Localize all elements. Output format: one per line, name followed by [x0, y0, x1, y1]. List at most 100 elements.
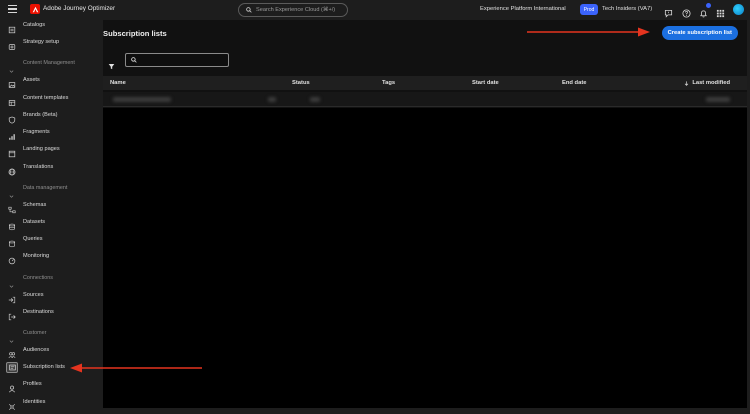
- datasets-icon: [8, 218, 16, 231]
- table-header: Name Status Tags Start date End date Las…: [103, 76, 747, 90]
- sidebar-item-fragments[interactable]: Fragments: [0, 125, 100, 140]
- profiles-icon: [8, 380, 16, 393]
- section-header: Connections: [23, 275, 53, 281]
- section-data-management[interactable]: Data management: [0, 183, 100, 198]
- redacted-last-modified: [706, 97, 730, 102]
- sidebar-item-label: Translations: [23, 164, 54, 170]
- templates-icon: [8, 94, 16, 106]
- sidebar-item-label: Sources: [23, 292, 44, 298]
- monitoring-icon: [8, 252, 16, 265]
- org-switcher[interactable]: Experience Platform International: [480, 6, 566, 12]
- sidebar-item-destinations[interactable]: Destinations: [0, 305, 100, 321]
- assets-icon: [8, 76, 16, 88]
- column-header-start-date[interactable]: Start date: [472, 80, 499, 86]
- brands-icon: [8, 111, 16, 124]
- sidebar-item-translations[interactable]: Translations: [0, 160, 100, 176]
- search-placeholder: Search Experience Cloud (⌘+/): [256, 7, 336, 13]
- section-header: Customer: [23, 330, 47, 336]
- sidebar-item-queries[interactable]: Queries: [0, 232, 100, 248]
- sidebar-item-datasets[interactable]: Datasets: [0, 215, 100, 231]
- queries-icon: [8, 235, 16, 248]
- destinations-icon: [8, 308, 16, 321]
- sidebar-item-label: Monitoring: [23, 253, 50, 259]
- notifications-icon[interactable]: [699, 3, 711, 18]
- global-search-input[interactable]: Search Experience Cloud (⌘+/): [238, 3, 348, 17]
- main-content: Subscription lists Create subscription l…: [103, 20, 747, 408]
- adobe-logo-icon: [30, 4, 40, 14]
- sidebar-item-strategy-setup[interactable]: Strategy setup: [0, 35, 100, 50]
- app-title[interactable]: Adobe Journey Optimizer: [43, 5, 115, 12]
- notification-badge: [706, 3, 711, 8]
- sidebar-item-label: Assets: [23, 77, 40, 83]
- redacted-cell: [268, 97, 276, 102]
- schemas-icon: [8, 201, 16, 214]
- sidebar-item-landing-pages[interactable]: Landing pages: [0, 142, 100, 158]
- create-subscription-list-button[interactable]: Create subscription list: [661, 26, 738, 40]
- catalog-icon: [8, 21, 16, 34]
- section-content-management[interactable]: Content Management: [0, 58, 100, 73]
- sidebar-item-label: Identities: [23, 399, 46, 405]
- column-header-last-modified[interactable]: Last modified: [684, 80, 730, 86]
- sidebar-item-assets[interactable]: Assets: [0, 73, 100, 88]
- column-header-tags[interactable]: Tags: [382, 80, 395, 86]
- sidebar-item-profiles[interactable]: Profiles: [0, 377, 100, 393]
- sidebar-item-label: Fragments: [23, 129, 50, 135]
- sidebar-item-label: Datasets: [23, 219, 46, 225]
- sidebar-item-label: Subscription lists: [23, 364, 65, 370]
- sidebar-item-brands[interactable]: Brands (Beta): [0, 108, 100, 124]
- sidebar-item-label: Profiles: [23, 381, 42, 387]
- redacted-name: [113, 97, 171, 102]
- sidebar-item-label: Destinations: [23, 309, 54, 315]
- sidebar-item-audiences[interactable]: Audiences: [0, 343, 100, 359]
- column-header-name[interactable]: Name: [110, 80, 126, 86]
- audiences-icon: [8, 346, 16, 359]
- sidebar: Catalogs Strategy setup Content Manageme…: [0, 20, 100, 414]
- section-header: Data management: [23, 185, 68, 191]
- menu-icon[interactable]: [8, 5, 17, 13]
- fragments-icon: [8, 128, 16, 140]
- column-header-end-date[interactable]: End date: [562, 80, 586, 86]
- sidebar-item-label: Schemas: [23, 202, 47, 208]
- arrow-down-icon: [685, 80, 689, 86]
- apps-grid-icon[interactable]: [716, 5, 725, 18]
- sources-icon: [8, 291, 16, 304]
- column-header-label: Last modified: [692, 80, 730, 86]
- redacted-status: [310, 97, 320, 102]
- search-icon: [131, 57, 137, 63]
- chevron-down-icon: [9, 276, 14, 288]
- user-avatar[interactable]: [733, 4, 744, 15]
- identities-icon: [8, 398, 16, 411]
- chevron-down-icon: [9, 331, 14, 343]
- page-title: Subscription lists: [103, 29, 167, 38]
- sidebar-item-monitoring[interactable]: Monitoring: [0, 249, 100, 265]
- table-search-input[interactable]: [125, 53, 229, 67]
- section-customer[interactable]: Customer: [0, 328, 100, 343]
- landing-pages-icon: [8, 145, 16, 158]
- sidebar-item-label: Catalogs: [23, 22, 46, 28]
- sidebar-item-identities[interactable]: Identities: [0, 395, 100, 411]
- translations-icon: [8, 163, 16, 176]
- section-connections[interactable]: Connections: [0, 273, 100, 288]
- sidebar-item-label: Audiences: [23, 347, 50, 353]
- top-bar: Adobe Journey Optimizer Search Experienc…: [0, 0, 750, 20]
- annotation-arrow-create: [527, 27, 650, 37]
- filter-icon[interactable]: [108, 57, 115, 70]
- sidebar-item-schemas[interactable]: Schemas: [0, 198, 100, 214]
- sidebar-item-content-templates[interactable]: Content templates: [0, 91, 100, 106]
- sandbox-switcher[interactable]: Tech Insiders (VA7): [602, 6, 652, 12]
- sidebar-item-label: Strategy setup: [23, 39, 60, 45]
- sidebar-item-label: Landing pages: [23, 146, 60, 152]
- sidebar-item-sources[interactable]: Sources: [0, 288, 100, 304]
- sidebar-item-catalogs[interactable]: Catalogs: [0, 18, 100, 34]
- sidebar-item-label: Brands (Beta): [23, 112, 58, 118]
- sidebar-item-label: Content templates: [23, 95, 69, 101]
- feedback-icon[interactable]: [664, 5, 673, 18]
- table-row[interactable]: [103, 92, 747, 107]
- column-header-status[interactable]: Status: [292, 80, 310, 86]
- subscription-lists-icon: [6, 361, 18, 373]
- section-header: Content Management: [23, 60, 75, 66]
- help-icon[interactable]: [682, 5, 691, 18]
- search-icon: [246, 7, 252, 13]
- annotation-arrow-subscription-lists: [70, 363, 202, 373]
- sidebar-item-label: Queries: [23, 236, 43, 242]
